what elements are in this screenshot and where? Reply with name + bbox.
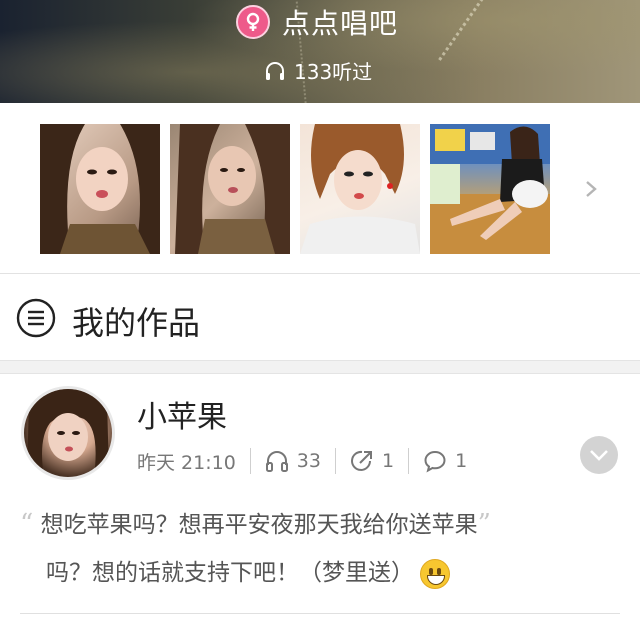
expand-button[interactable] (580, 436, 618, 474)
post-time: 昨天 21:10 (137, 448, 236, 475)
profile-banner: 点点唱吧 133听过 (0, 0, 640, 103)
share-stat-count: 1 (381, 450, 395, 472)
female-icon (236, 5, 270, 39)
grin-emoji-icon (420, 558, 450, 589)
photo-4[interactable] (430, 124, 550, 254)
listen-count: 133听过 (264, 56, 372, 85)
avatar[interactable] (21, 386, 115, 480)
listen-stat: 33 (265, 450, 321, 472)
section-gap (0, 360, 640, 374)
listen-count-text: 133听过 (294, 60, 373, 84)
open-quote-mark: “ (20, 509, 34, 539)
chevron-down-icon (590, 450, 608, 461)
photo-3[interactable] (300, 124, 420, 254)
photo-strip (0, 103, 640, 273)
meta-separator (334, 448, 336, 474)
headphones-icon (266, 61, 284, 80)
card-divider (20, 613, 620, 614)
chevron-right-icon[interactable] (582, 180, 600, 198)
meta-separator (249, 448, 251, 474)
photo-2[interactable] (170, 124, 290, 254)
menu-icon (16, 298, 56, 338)
meta-separator (408, 448, 410, 474)
headphones-icon (265, 451, 288, 472)
profile-title-row: 点点唱吧 (236, 4, 398, 40)
post-text-line2: 吗？想的话就支持下吧！（梦里送） (46, 560, 414, 586)
banner-texture (438, 0, 640, 103)
listen-stat-count: 33 (296, 450, 321, 472)
post-description: “ 想吃苹果吗？想再平安夜那天我给你送苹果” 吗？想的话就支持下吧！（梦里送） (20, 500, 580, 597)
comment-icon (424, 450, 446, 473)
share-icon (351, 450, 372, 471)
post-time-text: 昨天 21:10 (137, 451, 236, 474)
close-quote-mark: ” (477, 509, 491, 539)
post-username[interactable]: 小苹果 (137, 392, 227, 436)
section-title: 我的作品 (72, 304, 201, 342)
post-text-line1: 想吃苹果吗？想再平安夜那天我给你送苹果 (40, 512, 478, 538)
comment-stat-count: 1 (455, 450, 468, 472)
share-stat[interactable]: 1 (350, 449, 394, 473)
works-section-header: 我的作品 (0, 274, 640, 360)
photo-1[interactable] (40, 124, 160, 254)
profile-name: 点点唱吧 (282, 7, 399, 40)
comment-stat[interactable]: 1 (423, 449, 467, 473)
post-meta: 昨天 21:10 33 1 1 (137, 448, 467, 474)
